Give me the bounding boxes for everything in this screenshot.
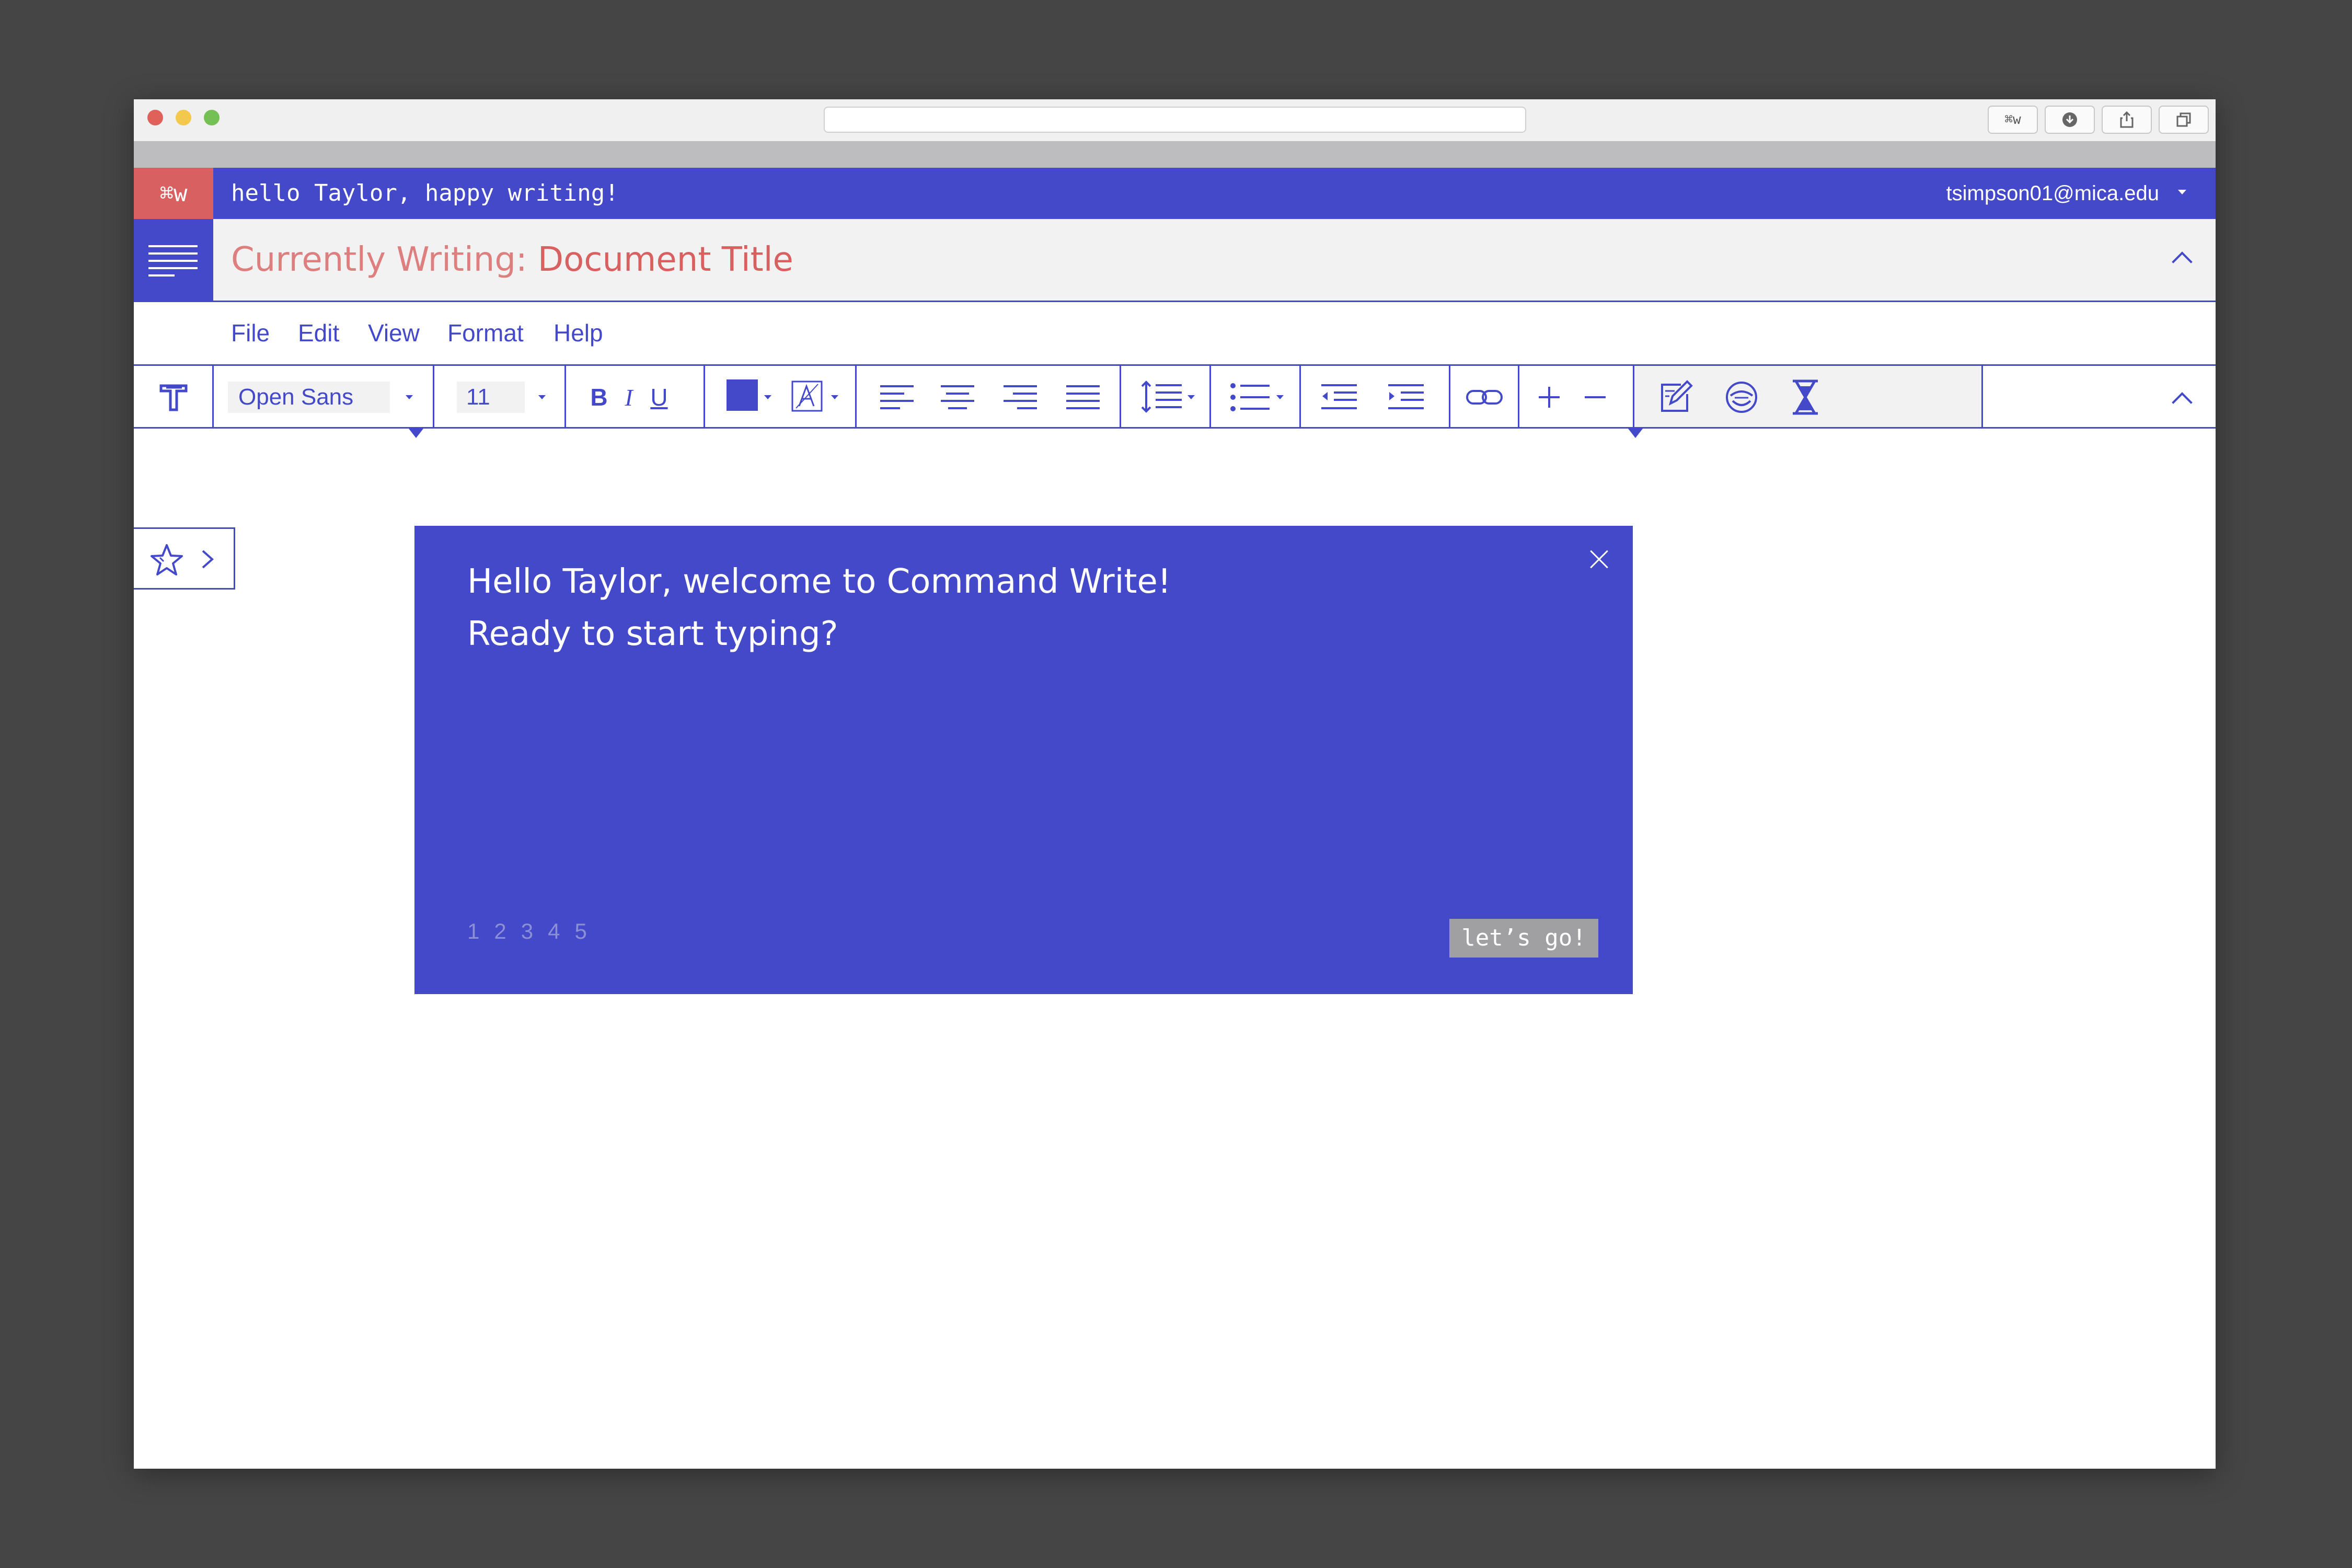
share-icon [2120, 111, 2134, 128]
underline-button[interactable]: U [643, 378, 675, 416]
hamburger-line [148, 252, 198, 255]
extension-button[interactable]: ⌘w [1988, 106, 2038, 134]
document-name: Document Title [537, 240, 793, 279]
tabs-button[interactable] [2159, 106, 2209, 134]
indent-icon[interactable] [1386, 379, 1426, 415]
toolbar-separator [1449, 366, 1450, 427]
lets-go-button[interactable]: let’s go! [1449, 919, 1598, 958]
menu-bar: File Edit View Format Help [134, 302, 2216, 366]
menu-view[interactable]: View [368, 302, 420, 364]
toolbar-range-marker-left [409, 429, 423, 438]
align-left-icon[interactable] [878, 379, 916, 415]
menu-edit[interactable]: Edit [298, 302, 339, 364]
format-toolbar: Open Sans 11 B I U [134, 366, 2216, 429]
browser-window: ⌘w ⌘w hello Taylor, happy writing! tsimp… [134, 99, 2216, 1469]
menu-help[interactable]: Help [554, 302, 603, 364]
link-icon[interactable] [1463, 382, 1505, 413]
close-icon[interactable] [1589, 549, 1610, 570]
hamburger-line [148, 267, 198, 269]
font-size-select[interactable]: 11 [457, 382, 525, 413]
user-email[interactable]: tsimpson01@mica.edu [1946, 168, 2159, 219]
maximize-window-button[interactable] [204, 110, 220, 125]
text-color-swatch[interactable] [727, 379, 758, 411]
chevron-down-icon[interactable] [1276, 395, 1284, 399]
document-label: Currently Writing: [231, 240, 527, 279]
welcome-heading: Hello Taylor, welcome to Command Write! [467, 562, 1171, 601]
toolbar-separator [212, 366, 214, 427]
command-bar: ⌘w hello Taylor, happy writing! tsimpson… [134, 168, 2216, 219]
edit-note-icon[interactable] [1655, 377, 1697, 417]
toolbar-separator [564, 366, 566, 427]
menu-format[interactable]: Format [447, 302, 524, 364]
address-bar[interactable] [824, 107, 1526, 133]
chevron-down-icon[interactable] [406, 395, 413, 399]
toolbar-separator [433, 366, 434, 427]
chevron-down-icon[interactable] [764, 395, 771, 399]
collapse-header-icon[interactable] [2172, 251, 2193, 272]
welcome-subheading: Ready to start typing? [467, 615, 838, 653]
page-indicator[interactable]: 4 [548, 919, 560, 944]
chevron-down-icon[interactable] [538, 395, 546, 399]
emoji-icon[interactable] [1721, 377, 1762, 417]
document-title[interactable]: Currently Writing: Document Title [231, 219, 793, 301]
font-family-select[interactable]: Open Sans [228, 382, 390, 413]
align-center-icon[interactable] [939, 379, 976, 415]
favorites-toggle[interactable] [134, 527, 235, 590]
outdent-icon[interactable] [1319, 379, 1359, 415]
hamburger-line [148, 274, 175, 276]
menu-file[interactable]: File [231, 302, 270, 364]
line-spacing-icon[interactable] [1137, 378, 1184, 415]
hamburger-line [148, 245, 198, 247]
tab-strip [134, 141, 2216, 189]
download-button[interactable] [2045, 106, 2095, 134]
download-icon [2062, 112, 2077, 127]
chevron-down-icon[interactable] [831, 395, 838, 399]
chevron-down-icon[interactable] [2178, 190, 2186, 194]
chevron-right-icon [202, 550, 214, 569]
toolbar-separator [1299, 366, 1301, 427]
italic-button[interactable]: I [616, 378, 642, 416]
align-justify-icon[interactable] [1064, 379, 1102, 415]
document-bar: Currently Writing: Document Title [134, 219, 2216, 302]
minimize-window-button[interactable] [176, 110, 191, 125]
hourglass-icon[interactable] [1784, 377, 1826, 417]
greeting-text: hello Taylor, happy writing! [231, 180, 619, 206]
hamburger-line [148, 260, 198, 262]
welcome-pagination: 1 2 3 4 5 [467, 919, 587, 944]
share-button[interactable] [2102, 106, 2152, 134]
page-indicator[interactable]: 5 [574, 919, 586, 944]
hamburger-menu-button[interactable] [134, 219, 213, 301]
collapse-toolbar-icon[interactable] [2172, 392, 2193, 413]
star-icon [151, 544, 183, 575]
extension-label: ⌘w [2004, 112, 2021, 128]
tabs-icon [2176, 112, 2191, 127]
bullet-list-icon[interactable] [1228, 379, 1272, 415]
app-logo[interactable]: ⌘w [134, 168, 213, 219]
toolbar-range-marker-right [1628, 429, 1643, 438]
highlight-color-icon[interactable] [789, 377, 825, 415]
toolbar-separator [704, 366, 705, 427]
welcome-modal: Hello Taylor, welcome to Command Write! … [414, 526, 1633, 994]
chevron-down-icon[interactable] [1187, 395, 1195, 399]
page-indicator[interactable]: 2 [494, 919, 506, 944]
text-style-icon[interactable] [153, 379, 194, 415]
toolbar-separator [855, 366, 857, 427]
align-right-icon[interactable] [1001, 379, 1039, 415]
toolbar-separator [1518, 366, 1519, 427]
toolbar-separator [1981, 366, 1983, 427]
zoom-in-icon[interactable] [1532, 381, 1566, 414]
toolbar-separator [1209, 366, 1211, 427]
page-indicator[interactable]: 1 [467, 919, 479, 944]
toolbar-separator [1120, 366, 1121, 427]
bold-button[interactable]: B [583, 378, 615, 416]
close-window-button[interactable] [147, 110, 163, 125]
zoom-out-icon[interactable] [1578, 381, 1612, 414]
page-indicator[interactable]: 3 [521, 919, 533, 944]
